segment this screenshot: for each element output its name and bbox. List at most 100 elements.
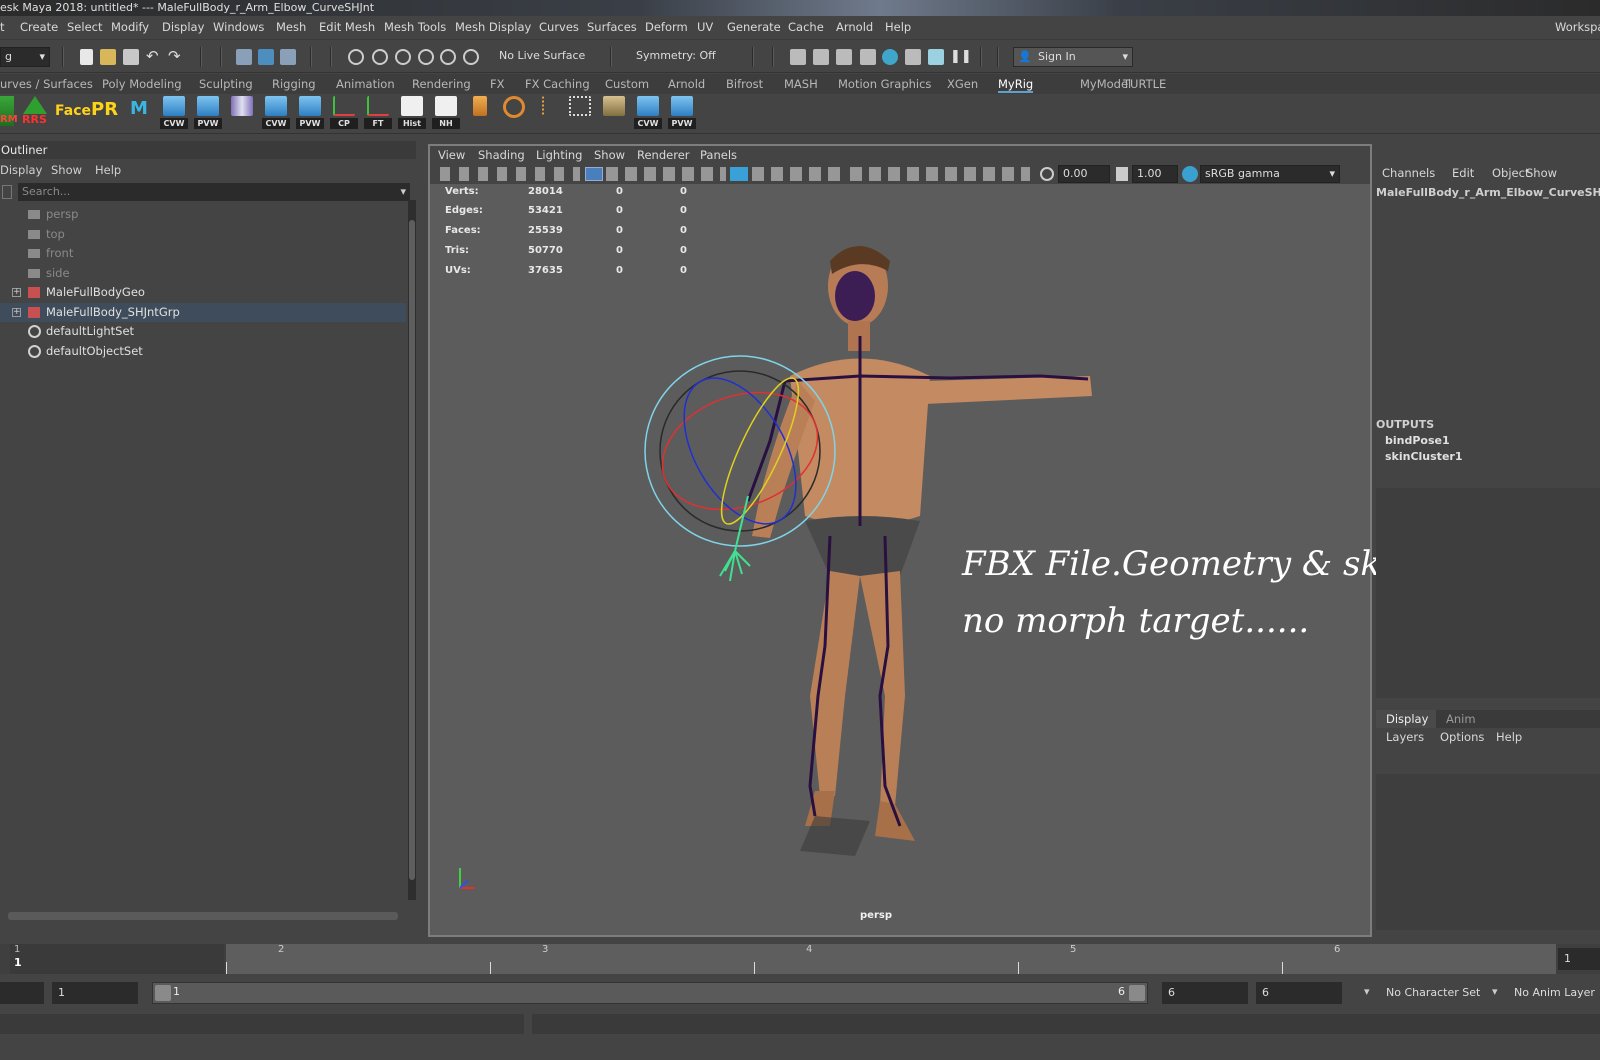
tab-arnold[interactable]: Arnold [668, 77, 705, 91]
menu-mesh[interactable]: Mesh [276, 20, 306, 34]
layer-menu-layers[interactable]: Layers [1386, 730, 1424, 744]
select-hierarchy-icon[interactable] [236, 49, 252, 65]
render-view-icon[interactable] [790, 49, 806, 65]
outliner-item-defaultobjectset[interactable]: defaultObjectSet [0, 342, 406, 361]
shelf-button-cvw-3[interactable]: CVW [634, 96, 662, 130]
layer-menu-help[interactable]: Help [1496, 730, 1522, 744]
tab-mash[interactable]: MASH [784, 77, 818, 91]
expand-icon[interactable]: + [12, 288, 21, 297]
undo-icon[interactable]: ↶ [146, 49, 162, 65]
menu-help[interactable]: Help [885, 20, 911, 34]
expand-icon[interactable]: + [12, 308, 21, 317]
chevron-down-icon[interactable]: ▾ [1364, 985, 1370, 998]
shelf-button-bounding[interactable] [566, 96, 594, 130]
playback-start-field[interactable]: 1 [52, 982, 138, 1004]
menu-file-partial[interactable]: t [0, 20, 5, 34]
tab-turtle[interactable]: TURTLE [1123, 77, 1166, 91]
snap-surface-icon[interactable] [440, 49, 456, 65]
menu-edit-mesh[interactable]: Edit Mesh [319, 20, 375, 34]
tab-fx[interactable]: FX [490, 77, 505, 91]
pr-shelf-button[interactable]: PR [91, 99, 118, 120]
tab-motion-graphics[interactable]: Motion Graphics [838, 77, 931, 91]
outliner-menu-show[interactable]: Show [51, 163, 82, 177]
shelf-button-mirror[interactable] [228, 96, 256, 130]
menu-display[interactable]: Display [162, 20, 204, 34]
outliner-item-malefullbodygeo[interactable]: + MaleFullBodyGeo [0, 283, 406, 302]
shelf-button-pvw-3[interactable]: PVW [668, 96, 696, 130]
output-skincluster[interactable]: skinCluster1 [1385, 450, 1462, 463]
save-scene-icon[interactable] [123, 49, 139, 65]
menu-generate[interactable]: Generate [727, 20, 781, 34]
viewport-menu-shading[interactable]: Shading [478, 148, 525, 162]
tab-poly-modeling[interactable]: Poly Modeling [102, 77, 182, 91]
pause-icon[interactable]: ❚❚ [950, 49, 972, 65]
outliner-horizontal-scrollbar[interactable] [8, 912, 398, 920]
tab-rendering[interactable]: Rendering [412, 77, 471, 91]
tab-display[interactable]: Display [1376, 710, 1436, 728]
outliner-vertical-scrollbar[interactable] [408, 200, 416, 900]
outliner-search-input[interactable]: Search... ▾ [18, 183, 410, 201]
range-start-handle[interactable] [155, 985, 171, 1001]
open-scene-icon[interactable] [100, 49, 116, 65]
mel-command-input[interactable] [0, 1014, 524, 1034]
workspace-label[interactable]: Workspa [1555, 20, 1600, 34]
outliner-item-defaultlightset[interactable]: defaultLightSet [0, 322, 406, 341]
menu-cache[interactable]: Cache [788, 20, 824, 34]
viewport-menu-lighting[interactable]: Lighting [536, 148, 582, 162]
snap-view-plane-icon[interactable] [418, 49, 434, 65]
menu-create[interactable]: Create [20, 20, 58, 34]
shelf-button-hist[interactable]: Hist [398, 96, 426, 130]
snap-curve-icon[interactable] [372, 49, 388, 65]
sign-in-button[interactable]: 👤 Sign In ▾ [1013, 47, 1133, 67]
outliner-item-persp[interactable]: persp [0, 205, 406, 224]
range-end-handle[interactable] [1129, 985, 1145, 1001]
outliner-item-front[interactable]: front [0, 244, 406, 263]
ipr-render-icon[interactable] [836, 49, 852, 65]
rm-shelf-button[interactable]: RM [0, 96, 18, 126]
symmetry-dropdown[interactable]: Symmetry: Off [632, 48, 742, 66]
shelf-button-joint-chain[interactable] [534, 96, 562, 130]
tab-curves-surfaces[interactable]: urves / Surfaces [0, 77, 93, 91]
viewport-panel[interactable]: View Shading Lighting Show Renderer Pane… [428, 144, 1600, 937]
layer-menu-options[interactable]: Options [1440, 730, 1484, 744]
light-editor-icon[interactable] [928, 49, 944, 65]
menu-select[interactable]: Select [67, 20, 102, 34]
shelf-button-ft[interactable]: FT [364, 96, 392, 130]
snap-live-icon[interactable] [463, 49, 479, 65]
channel-menu-edit[interactable]: Edit [1452, 166, 1474, 180]
output-bindpose[interactable]: bindPose1 [1385, 434, 1450, 447]
anim-layer-dropdown[interactable]: No Anim Layer [1514, 986, 1595, 999]
viewport-menu-renderer[interactable]: Renderer [637, 148, 690, 162]
viewport-menu-show[interactable]: Show [594, 148, 625, 162]
menu-curves[interactable]: Curves [539, 20, 579, 34]
current-frame-field[interactable]: 1 [1558, 948, 1600, 970]
outliner-menu-help[interactable]: Help [95, 163, 121, 177]
menu-surfaces[interactable]: Surfaces [587, 20, 637, 34]
tab-rigging[interactable]: Rigging [272, 77, 316, 91]
menu-mesh-tools[interactable]: Mesh Tools [384, 20, 446, 34]
shelf-button-cvw-1[interactable]: CVW [160, 96, 188, 130]
selected-node-name[interactable]: MaleFullBody_r_Arm_Elbow_CurveSHJnt [1376, 186, 1600, 199]
shelf-button-pvw-2[interactable]: PVW [296, 96, 324, 130]
outliner-item-top[interactable]: top [0, 225, 406, 244]
range-slider-bar[interactable]: 1 6 [152, 982, 1148, 1004]
scrollbar-thumb[interactable] [409, 220, 415, 880]
hypershade-icon[interactable] [882, 49, 898, 65]
character-set-dropdown[interactable]: No Character Set [1386, 986, 1480, 999]
shelf-button-cvw-2[interactable]: CVW [262, 96, 290, 130]
snap-grid-icon[interactable] [348, 49, 364, 65]
render-frame-icon[interactable] [813, 49, 829, 65]
tab-bifrost[interactable]: Bifrost [726, 77, 763, 91]
time-slider-track[interactable] [226, 944, 1556, 974]
tab-xgen[interactable]: XGen [947, 77, 978, 91]
search-options-icon[interactable] [2, 185, 12, 199]
redo-icon[interactable]: ↷ [168, 49, 184, 65]
viewport-menu-view[interactable]: View [438, 148, 465, 162]
select-object-icon[interactable] [258, 49, 274, 65]
shelf-button-joint-orient[interactable] [500, 96, 528, 130]
shelf-button-move[interactable] [600, 96, 628, 130]
shelf-button-cp[interactable]: CP [330, 96, 358, 130]
tab-sculpting[interactable]: Sculpting [199, 77, 253, 91]
outliner-menu-display[interactable]: Display [0, 163, 42, 177]
outliner-item-malefullbody-shjntgrp[interactable]: + MaleFullBody_SHJntGrp [0, 303, 406, 322]
